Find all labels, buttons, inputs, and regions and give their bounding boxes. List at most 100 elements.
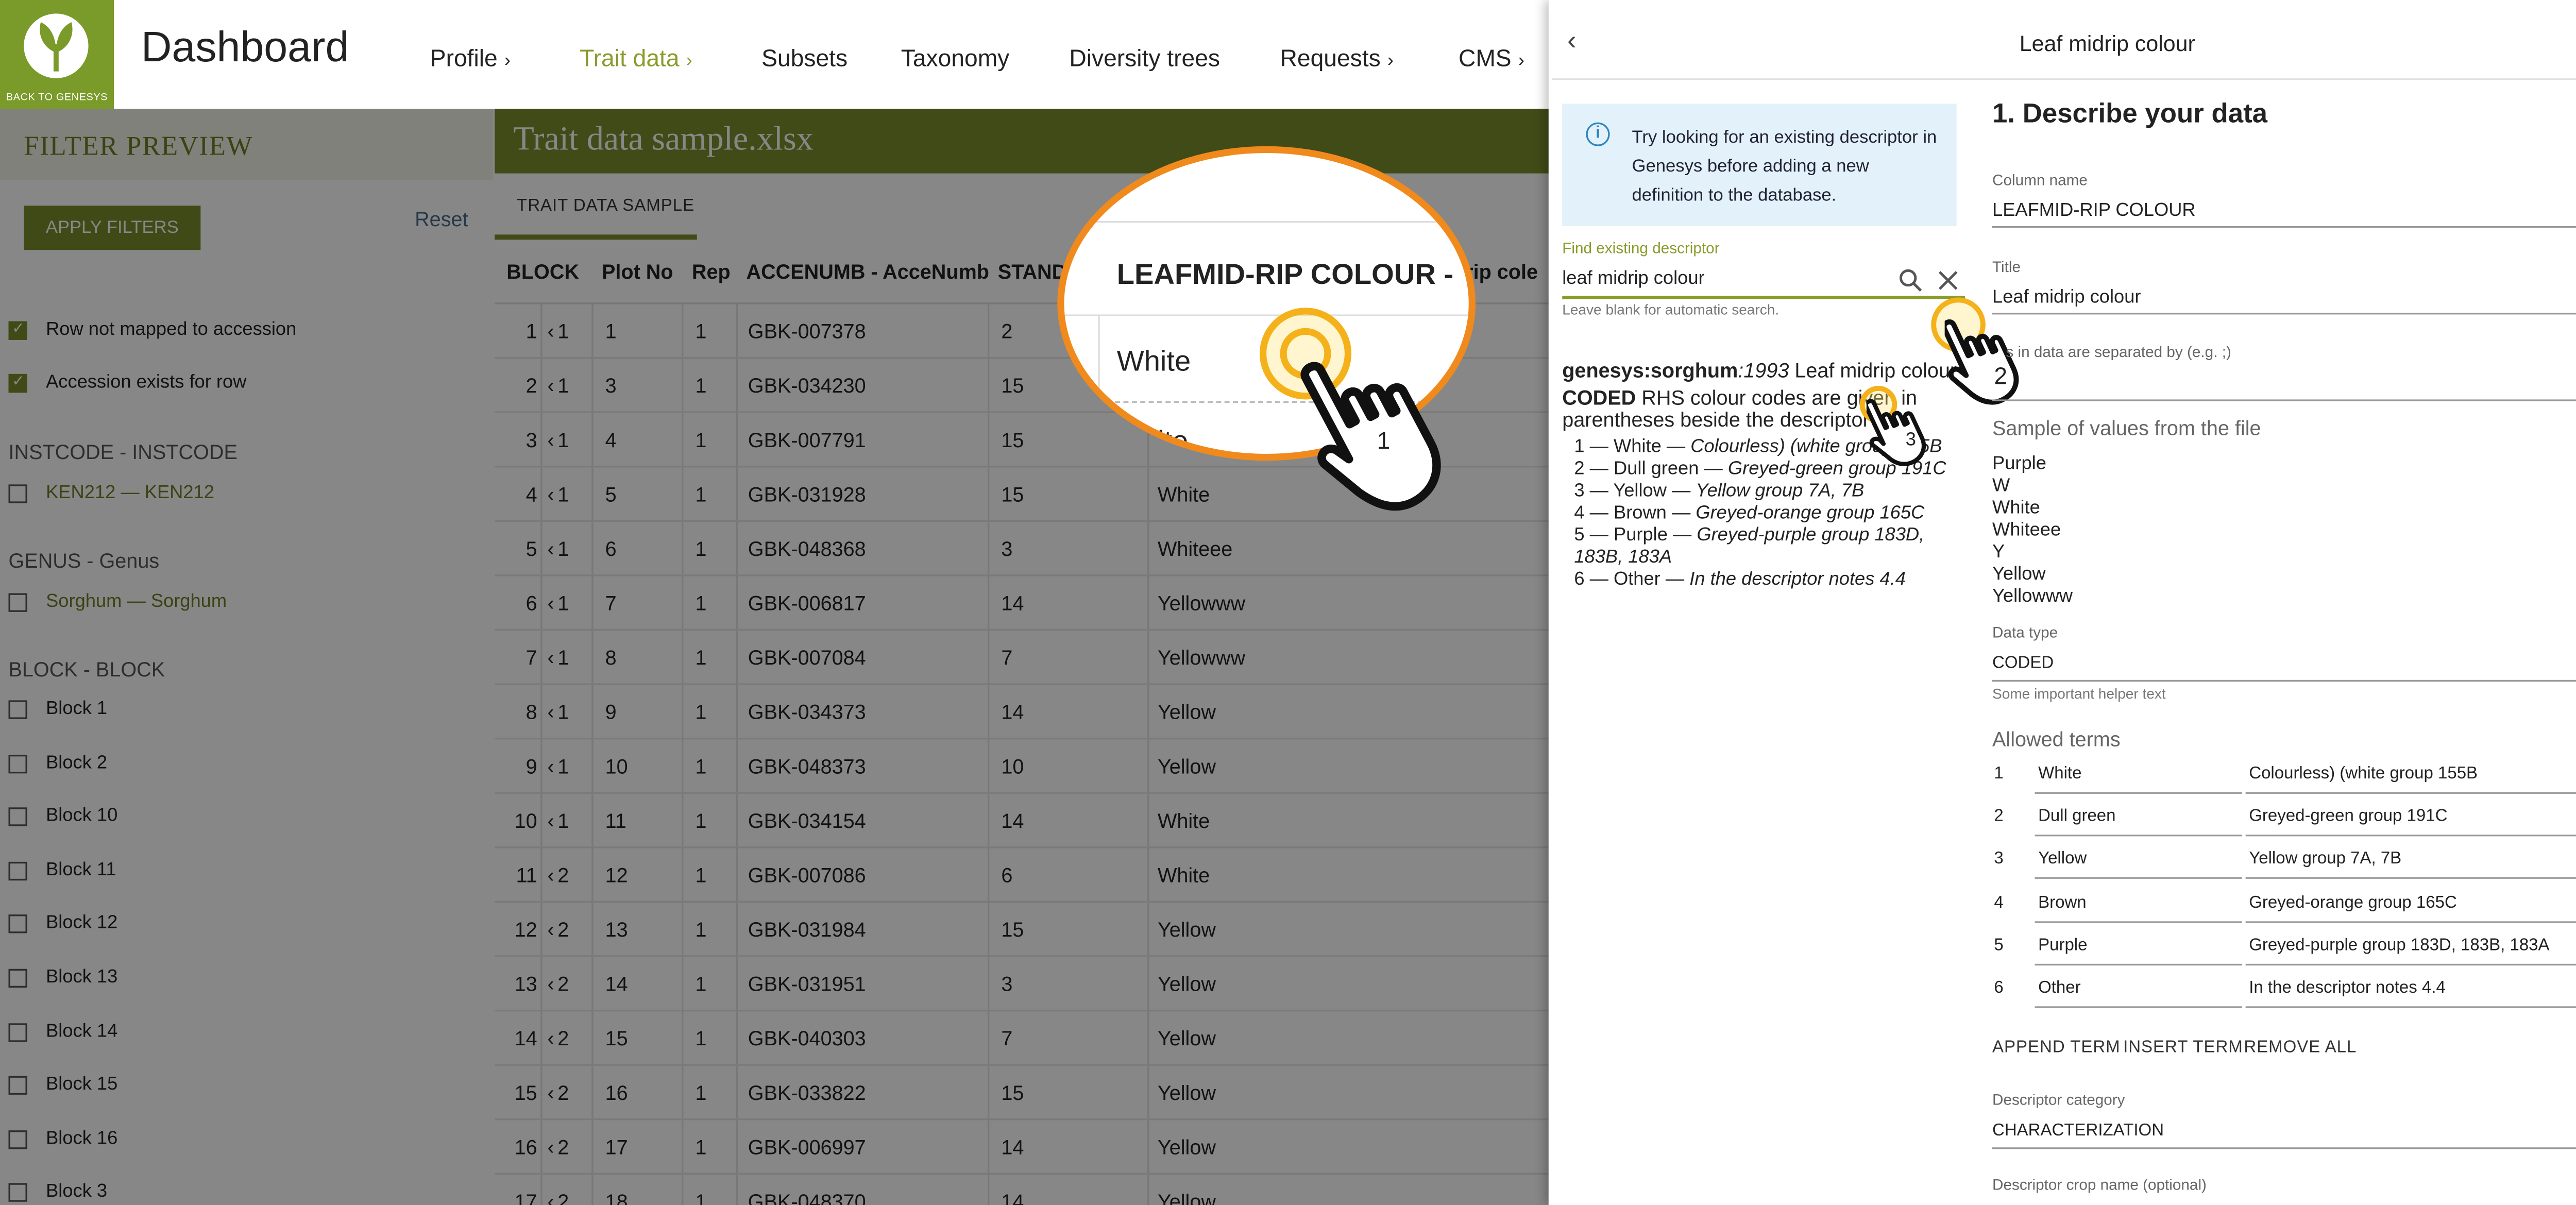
term-name-input[interactable]: Dull green	[2038, 808, 2115, 826]
chevron-right-icon: ›	[504, 50, 511, 72]
data-type-helper: Some important helper text	[1992, 685, 2166, 702]
term-number: 3	[1994, 851, 2004, 870]
term-description-input[interactable]: Yellow group 7A, 7B	[2249, 851, 2401, 869]
nav-item[interactable]: CMS ›	[1459, 44, 1524, 72]
magnified-cell[interactable]: White	[1117, 345, 1191, 379]
data-type-select[interactable]: CODED	[1992, 654, 2054, 673]
term-description-underline	[2245, 920, 2576, 923]
term-description-input[interactable]: Greyed-orange group 165C	[2249, 893, 2457, 912]
nav-item[interactable]: Trait data ›	[580, 44, 692, 72]
term-name-input[interactable]: Other	[2038, 979, 2081, 998]
step-number-2: 2	[1994, 362, 2008, 389]
nav-label: CMS	[1458, 44, 1512, 72]
result-term-code: 6 — Other —	[1574, 569, 1690, 590]
term-number: 5	[1994, 936, 2004, 955]
term-description-input[interactable]: In the descriptor notes 4.4	[2249, 979, 2446, 998]
nav-label: Diversity trees	[1069, 44, 1221, 72]
result-name: Leaf midrip colour	[1789, 359, 1957, 383]
result-term-code: 5 — Purple —	[1574, 525, 1697, 546]
term-name-input[interactable]: Yellow	[2038, 851, 2087, 869]
section-title: 1. Describe your data	[1992, 100, 2268, 129]
sample-value: Y	[1992, 542, 2005, 563]
term-description-underline	[2245, 792, 2576, 794]
info-icon: i	[1586, 122, 1610, 146]
nav-label: Subsets	[761, 44, 848, 72]
term-number: 4	[1994, 893, 2004, 912]
nav-item[interactable]: Diversity trees	[1069, 44, 1220, 72]
result-term-note: In the descriptor notes 4.4	[1689, 569, 1906, 590]
column-name-field[interactable]: LEAFMID-RIP COLOUR	[1992, 200, 2196, 221]
result-coded: CODED	[1562, 385, 1636, 410]
title-field[interactable]: Leaf midrip colour	[1992, 287, 2141, 308]
magnified-next-cell: ite	[1157, 425, 1189, 457]
category-underline	[1992, 1147, 2576, 1149]
data-type-label: Data type	[1992, 623, 2058, 641]
term-description-underline	[2245, 963, 2576, 965]
leaf-logo-icon	[24, 13, 89, 78]
term-description-underline	[2245, 835, 2576, 837]
nav-item[interactable]: Taxonomy	[901, 44, 1010, 72]
remove-all-button[interactable]: REMOVE ALL	[2244, 1039, 2357, 1057]
term-number: 2	[1994, 807, 2004, 827]
nav-label: Requests	[1280, 44, 1381, 72]
sample-value: Whiteee	[1992, 520, 2061, 541]
sample-values-list: Purple W White Whiteee Y Yellow Yellowww	[1992, 454, 2073, 608]
screen: BACK TO GENESYS Dashboard FILTER PREVIEW…	[0, 0, 2576, 1205]
result-term: 5 — Purple — Greyed-purple group 183D, 1…	[1574, 525, 1956, 570]
separator-field[interactable]	[1992, 399, 2576, 401]
find-descriptor-input[interactable]: leaf midrip colour	[1562, 268, 1868, 289]
append-term-button[interactable]: APPEND TERM	[1992, 1039, 2121, 1057]
genesys-logo[interactable]: BACK TO GENESYS	[0, 0, 114, 109]
magnified-column-title: LEAFMID-RIP COLOUR -	[1116, 258, 1454, 291]
sample-value: Yellowww	[1992, 586, 2073, 607]
result-term-code: 1 — White —	[1574, 436, 1691, 457]
term-name-underline	[2035, 1006, 2243, 1008]
result-term-code: 4 — Brown —	[1574, 503, 1696, 524]
result-term-note: Yellow group 7A, 7B	[1696, 481, 1865, 502]
panel-divider	[1552, 78, 2576, 80]
term-description-input[interactable]: Greyed-purple group 183D, 183B, 183A	[2249, 936, 2549, 955]
search-icon[interactable]	[1899, 268, 1923, 292]
term-number: 1	[1994, 765, 2004, 784]
term-description-input[interactable]: Colourless) (white group 155B	[2249, 765, 2478, 784]
term-name-underline	[2035, 792, 2243, 794]
data-type-underline	[1992, 680, 2576, 682]
sample-value: Yellow	[1992, 564, 2046, 585]
close-icon[interactable]	[1938, 270, 1958, 291]
column-name-underline	[1992, 226, 2576, 228]
result-term: 4 — Brown — Greyed-orange group 165C	[1574, 503, 1956, 525]
allowed-terms-title: Allowed terms	[1992, 727, 2121, 752]
find-helper-text: Leave blank for automatic search.	[1562, 301, 1780, 318]
nav-item[interactable]: Subsets	[761, 44, 848, 72]
nav-item[interactable]: Profile ›	[430, 44, 511, 72]
term-name-input[interactable]: Purple	[2038, 936, 2087, 955]
term-description-input[interactable]: Greyed-green group 191C	[2249, 808, 2447, 826]
insert-term-button[interactable]: INSERT TERM	[2123, 1039, 2243, 1057]
result-term: 6 — Other — In the descriptor notes 4.4	[1574, 569, 1956, 591]
term-name-underline	[2035, 835, 2243, 837]
logo-caption: BACK TO GENESYS	[6, 93, 108, 104]
term-name-underline	[2035, 877, 2243, 880]
find-descriptor-label: Find existing descriptor	[1562, 240, 1720, 257]
sample-value: W	[1992, 476, 2010, 497]
sample-values-title: Sample of values from the file	[1992, 416, 2261, 440]
sample-value: White	[1992, 498, 2040, 519]
crop-name-label: Descriptor crop name (optional)	[1992, 1176, 2207, 1194]
category-label: Descriptor category	[1992, 1091, 2125, 1109]
nav-item[interactable]: Requests ›	[1280, 44, 1394, 72]
chevron-right-icon: ›	[1387, 50, 1394, 72]
nav-label: Profile	[430, 44, 498, 72]
result-term-code: 3 — Yellow —	[1574, 481, 1696, 502]
term-name-input[interactable]: White	[2038, 765, 2081, 784]
category-select[interactable]: CHARACTERIZATION	[1992, 1122, 2164, 1141]
panel-title: Leaf midrip colour	[2019, 30, 2195, 56]
search-result-title[interactable]: genesys:sorghum:1993 Leaf midrip colour	[1562, 359, 1970, 382]
chevron-left-icon[interactable]: ‹	[1567, 27, 1577, 58]
term-name-input[interactable]: Brown	[2038, 893, 2087, 912]
result-term-note: Greyed-orange group 165C	[1696, 503, 1925, 524]
app-title: Dashboard	[141, 24, 349, 72]
nav-label: Taxonomy	[901, 44, 1010, 72]
term-number: 6	[1994, 979, 2004, 998]
title-label: Title	[1992, 258, 2021, 276]
title-underline	[1992, 313, 2576, 315]
